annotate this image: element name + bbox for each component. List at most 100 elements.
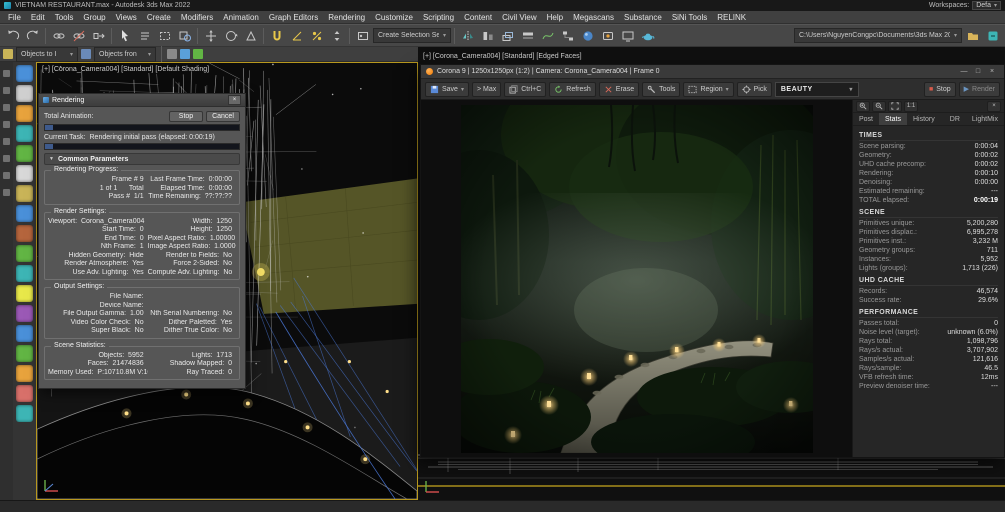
rendered-frame-window-icon[interactable] <box>618 26 637 45</box>
viewport-label[interactable]: [+] [Corona_Camera004] [Standard] [Edged… <box>423 53 582 60</box>
plugin-tool-icon[interactable] <box>16 165 33 182</box>
plugin-tool-icon[interactable] <box>16 265 33 282</box>
menu-substance[interactable]: Substance <box>619 11 667 23</box>
minimize-icon[interactable]: — <box>957 66 971 77</box>
objects-to-isolate-combo[interactable]: Objects to I ▾ <box>16 46 78 62</box>
dock-tool-icon[interactable] <box>3 104 10 111</box>
vfb-titlebar[interactable]: Corona 9 | 1250x1250px (1:2) | Camera: C… <box>421 65 1004 79</box>
viewport-label[interactable]: [+] [Corona_Camera004] [Standard] [Defau… <box>42 66 209 73</box>
menu-content[interactable]: Content <box>459 11 497 23</box>
menu-civil-view[interactable]: Civil View <box>497 11 542 23</box>
rendering-dialog-titlebar[interactable]: Rendering × <box>39 94 245 107</box>
tab-stats[interactable]: Stats <box>879 113 907 125</box>
start-render-button[interactable]: ▶ Render <box>958 81 1000 97</box>
unlink-selection-icon[interactable] <box>69 26 88 45</box>
bind-to-space-warp-icon[interactable] <box>89 26 108 45</box>
region-button[interactable]: Region ▾ <box>683 81 734 97</box>
render-production-icon[interactable] <box>638 26 657 45</box>
select-object-icon[interactable] <box>115 26 134 45</box>
select-scale-icon[interactable] <box>241 26 260 45</box>
plugin-tool-icon[interactable] <box>16 405 33 422</box>
select-link-icon[interactable] <box>49 26 68 45</box>
plugin-tool-icon[interactable] <box>16 85 33 102</box>
plugin-tool-icon[interactable] <box>16 385 33 402</box>
redo-icon[interactable] <box>23 26 42 45</box>
refresh-button[interactable]: Refresh <box>549 81 596 97</box>
display-toggle-icon[interactable] <box>167 49 177 59</box>
align-icon[interactable] <box>478 26 497 45</box>
plugin-tool-icon[interactable] <box>16 245 33 262</box>
menu-sini-tools[interactable]: SiNi Tools <box>667 11 712 23</box>
relink-assets-icon[interactable] <box>983 26 1002 45</box>
menu-customize[interactable]: Customize <box>370 11 418 23</box>
plugin-tool-icon[interactable] <box>16 285 33 302</box>
curve-editor-icon[interactable] <box>538 26 557 45</box>
select-by-name-icon[interactable] <box>135 26 154 45</box>
menu-scripting[interactable]: Scripting <box>418 11 459 23</box>
angle-snap-icon[interactable] <box>287 26 306 45</box>
dock-tool-icon[interactable] <box>3 87 10 94</box>
selection-filter-icon[interactable] <box>81 49 91 59</box>
mirror-icon[interactable] <box>458 26 477 45</box>
stop-render-button[interactable]: ■ Stop <box>924 81 956 97</box>
plugin-tool-icon[interactable] <box>16 305 33 322</box>
material-editor-icon[interactable] <box>578 26 597 45</box>
plugin-tool-icon[interactable] <box>16 325 33 342</box>
menu-modifiers[interactable]: Modifiers <box>176 11 218 23</box>
plugin-tool-icon[interactable] <box>16 185 33 202</box>
menu-relink[interactable]: RELINK <box>712 11 751 23</box>
fit-view-icon[interactable] <box>888 100 902 112</box>
edit-named-selection-sets-icon[interactable] <box>353 26 372 45</box>
open-project-folder-icon[interactable] <box>963 26 982 45</box>
menu-file[interactable]: File <box>3 11 26 23</box>
freeze-toggle-icon[interactable] <box>180 49 190 59</box>
menu-graph-editors[interactable]: Graph Editors <box>264 11 323 23</box>
tab-dr[interactable]: DR <box>944 113 966 125</box>
plugin-tool-icon[interactable] <box>16 125 33 142</box>
close-icon[interactable]: × <box>985 66 999 77</box>
plugin-tool-icon[interactable] <box>16 65 33 82</box>
objects-from-combo[interactable]: Objects fron ▾ <box>94 46 156 62</box>
isolate-icon[interactable] <box>3 49 13 59</box>
hide-toggle-icon[interactable] <box>193 49 203 59</box>
menu-animation[interactable]: Animation <box>218 11 264 23</box>
zoom-out-icon[interactable] <box>872 100 886 112</box>
plugin-tool-icon[interactable] <box>16 225 33 242</box>
dock-tool-icon[interactable] <box>3 189 10 196</box>
close-icon[interactable]: × <box>228 95 241 105</box>
plugin-tool-icon[interactable] <box>16 105 33 122</box>
select-move-icon[interactable] <box>201 26 220 45</box>
dock-tool-icon[interactable] <box>3 121 10 128</box>
cancel-button[interactable]: Cancel <box>206 111 240 122</box>
render-canvas[interactable] <box>421 100 852 457</box>
tab-lightmix[interactable]: LightMix <box>966 113 1004 125</box>
selection-region-icon[interactable] <box>155 26 174 45</box>
save-button[interactable]: Save ▾ <box>425 81 469 97</box>
window-crossing-icon[interactable] <box>175 26 194 45</box>
menu-rendering[interactable]: Rendering <box>323 11 370 23</box>
plugin-tool-icon[interactable] <box>16 345 33 362</box>
render-element-dropdown[interactable]: BEAUTY ▾ <box>774 81 859 97</box>
toggle-ribbon-icon[interactable] <box>518 26 537 45</box>
tab-post[interactable]: Post <box>853 113 879 125</box>
plugin-tool-icon[interactable] <box>16 365 33 382</box>
maximize-icon[interactable]: □ <box>971 66 985 77</box>
percent-snap-icon[interactable] <box>307 26 326 45</box>
close-panel-icon[interactable]: × <box>987 100 1001 112</box>
send-to-max-button[interactable]: > Max <box>471 81 502 97</box>
zoom-in-icon[interactable] <box>856 100 870 112</box>
tools-button[interactable]: Tools <box>642 81 681 97</box>
schematic-view-icon[interactable] <box>558 26 577 45</box>
plugin-tool-icon[interactable] <box>16 205 33 222</box>
undo-icon[interactable] <box>3 26 22 45</box>
menu-views[interactable]: Views <box>111 11 142 23</box>
layer-manager-icon[interactable] <box>498 26 517 45</box>
menu-help[interactable]: Help <box>542 11 568 23</box>
menu-tools[interactable]: Tools <box>50 11 79 23</box>
menu-group[interactable]: Group <box>78 11 110 23</box>
spinner-snap-icon[interactable] <box>327 26 346 45</box>
dock-tool-icon[interactable] <box>3 138 10 145</box>
named-selection-set-combo[interactable]: Create Selection Se ▾ <box>373 28 451 43</box>
workspaces-dropdown[interactable]: Defa ▾ <box>972 1 1001 10</box>
render-setup-icon[interactable] <box>598 26 617 45</box>
